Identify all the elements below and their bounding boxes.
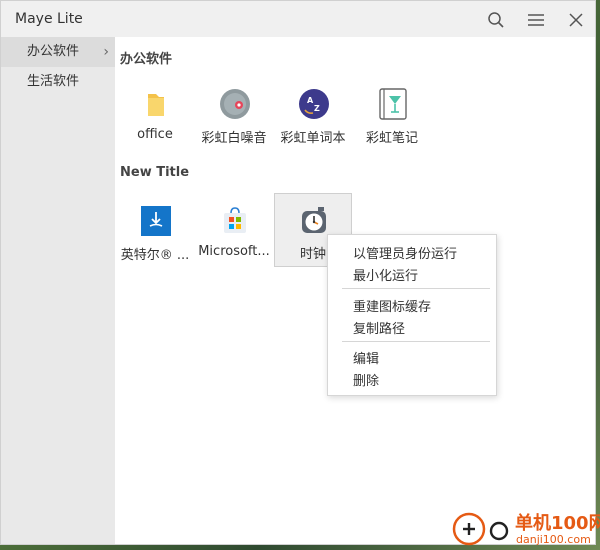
menu-item-delete[interactable]: 删除: [353, 370, 379, 389]
app-label: Microsoft...: [198, 244, 270, 259]
app-office[interactable]: office: [116, 77, 194, 151]
app-label: 彩虹单词本: [280, 131, 346, 146]
close-icon: [569, 13, 583, 27]
sidebar-item-office[interactable]: 办公软件 ›: [1, 37, 115, 67]
microsoft-store-icon: [224, 207, 246, 233]
white-noise-icon: [220, 89, 250, 119]
app-white-noise[interactable]: 彩虹白噪音: [195, 77, 273, 151]
context-menu: 以管理员身份运行 最小化运行 重建图标缓存 复制路径 编辑 删除: [327, 234, 497, 396]
search-button[interactable]: [483, 7, 509, 33]
intel-driver-icon: [141, 206, 171, 236]
group-title: New Title: [120, 165, 190, 180]
app-word-book[interactable]: A Z 彩虹单词本: [274, 77, 352, 151]
sidebar-item-label: 办公软件: [27, 44, 80, 59]
watermark-circle-icon: [489, 521, 509, 541]
app-microsoft-store[interactable]: Microsoft...: [195, 194, 273, 268]
app-intel-driver[interactable]: 英特尔® ...: [116, 194, 194, 268]
app-notes[interactable]: 彩虹笔记: [353, 77, 431, 151]
menu-item-run-minimized[interactable]: 最小化运行: [353, 265, 418, 284]
app-label: 彩虹白噪音: [201, 131, 267, 146]
close-button[interactable]: [563, 7, 589, 33]
svg-text:A: A: [307, 96, 314, 105]
app-window: Maye Lite 办公软件 › 生活软件 办公软件 office 彩虹白噪音 …: [0, 0, 596, 545]
menu-divider: [342, 341, 490, 342]
watermark-logo-icon: [452, 512, 486, 546]
clock-icon: [302, 207, 326, 233]
group-title: 办公软件: [120, 52, 173, 67]
search-icon: [488, 12, 504, 28]
menu-item-edit[interactable]: 编辑: [353, 348, 379, 367]
window-title: Maye Lite: [15, 11, 83, 27]
menu-item-rebuild-icon-cache[interactable]: 重建图标缓存: [353, 296, 431, 315]
hamburger-icon: [528, 14, 544, 26]
notes-icon: [379, 88, 407, 120]
chevron-right-icon: ›: [103, 44, 109, 60]
svg-text:Z: Z: [314, 104, 320, 113]
sidebar-item-label: 生活软件: [27, 74, 80, 89]
menu-divider: [342, 288, 490, 289]
sidebar-item-life[interactable]: 生活软件: [1, 67, 115, 97]
watermark-title: 单机100网: [515, 513, 600, 534]
menu-item-run-as-admin[interactable]: 以管理员身份运行: [353, 243, 457, 262]
app-label: office: [137, 127, 173, 142]
app-label: 彩虹笔记: [365, 131, 418, 146]
watermark-url: danji100.com: [516, 533, 591, 546]
folder-icon: [148, 94, 164, 116]
sidebar: 办公软件 › 生活软件: [1, 37, 115, 544]
app-label: 英特尔® ...: [120, 248, 190, 263]
title-bar[interactable]: Maye Lite: [1, 1, 595, 37]
word-book-icon: A Z: [299, 89, 329, 119]
menu-item-copy-path[interactable]: 复制路径: [353, 318, 405, 337]
menu-button[interactable]: [523, 7, 549, 33]
watermark: 单机100网 danji100.com: [452, 506, 600, 550]
